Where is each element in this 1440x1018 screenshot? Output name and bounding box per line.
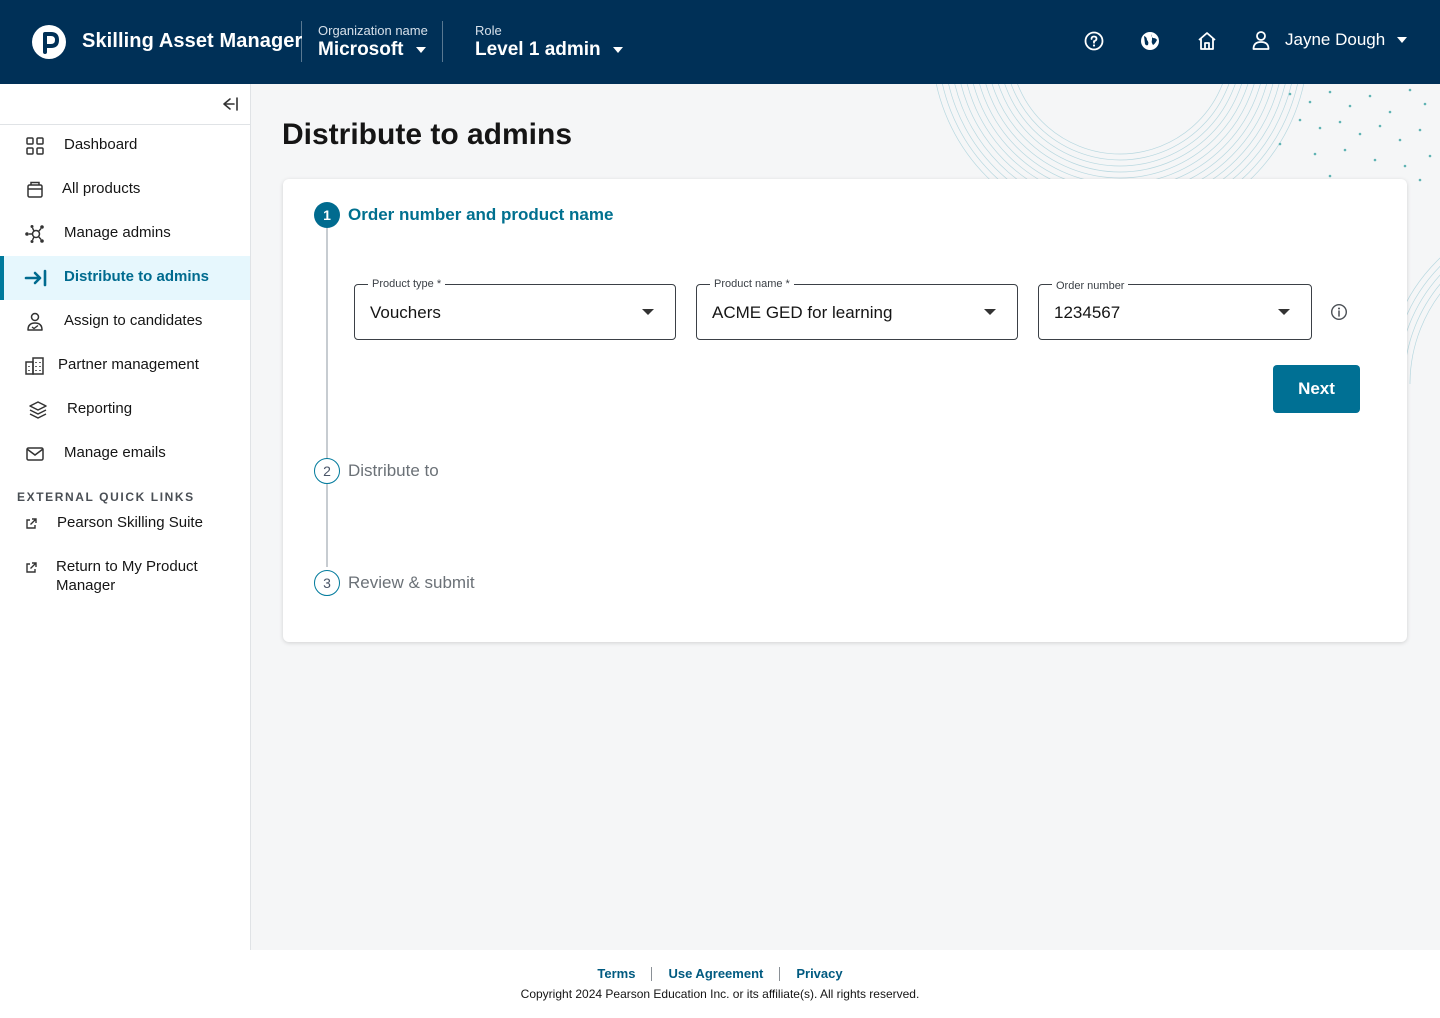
- product-type-label: Product type *: [368, 277, 446, 291]
- organization-label: Organization name: [318, 23, 428, 38]
- network-icon: [24, 223, 46, 245]
- products-icon: [24, 179, 46, 201]
- stepper-connector: [326, 484, 328, 567]
- step-3-label: Review & submit: [348, 573, 475, 592]
- copyright-text: Copyright 2024 Pearson Education Inc. or…: [520, 987, 920, 1001]
- footer-links: Terms Use Agreement Privacy: [0, 966, 1440, 981]
- product-name-label: Product name *: [710, 277, 794, 291]
- sidebar-item-all-products[interactable]: All products: [0, 168, 250, 212]
- sidebar-item-label: Manage emails: [64, 444, 166, 461]
- distribute-icon: [24, 267, 47, 289]
- sidebar: Dashboard All products Manage admins Dis…: [0, 84, 251, 950]
- stepper-connector: [326, 228, 328, 459]
- distribute-stepper-card: 1 Order number and product name Product …: [283, 179, 1407, 642]
- pearson-logo[interactable]: [32, 25, 66, 59]
- sidebar-item-assign-to-candidates[interactable]: Assign to candidates: [0, 300, 250, 344]
- dashboard-icon: [24, 135, 46, 157]
- header-divider: [442, 21, 443, 62]
- sidebar-item-manage-admins[interactable]: Manage admins: [0, 212, 250, 256]
- role-dropdown[interactable]: Level 1 admin: [475, 39, 623, 61]
- order-number-value: 1234567: [1054, 303, 1121, 322]
- user-name: Jayne Dough: [1285, 30, 1386, 49]
- user-menu[interactable]: Jayne Dough: [1250, 29, 1408, 51]
- chevron-down-icon: [984, 309, 996, 315]
- next-button[interactable]: Next: [1273, 365, 1360, 413]
- footer-separator: [779, 966, 781, 981]
- privacy-link[interactable]: Privacy: [796, 966, 842, 981]
- use-agreement-link[interactable]: Use Agreement: [668, 966, 763, 981]
- order-number-select[interactable]: Order number 1234567: [1038, 279, 1312, 340]
- role-label: Role: [475, 23, 502, 38]
- step-1-indicator: 1: [314, 202, 340, 228]
- user-icon: [1252, 31, 1270, 50]
- footer-separator: [651, 966, 653, 981]
- quick-link-label: Return to My Product Manager: [56, 558, 198, 594]
- sidebar-item-label: Partner management: [58, 356, 199, 373]
- globe-icon[interactable]: [1139, 30, 1161, 52]
- building-icon: [24, 355, 46, 377]
- step-3-indicator: 3: [314, 570, 340, 596]
- order-number-label: Order number: [1052, 279, 1129, 293]
- sidebar-item-distribute-to-admins[interactable]: Distribute to admins: [0, 256, 250, 300]
- sidebar-item-label: Dashboard: [64, 136, 138, 153]
- terms-link[interactable]: Terms: [597, 966, 635, 981]
- sidebar-item-partner-management[interactable]: Partner management: [0, 344, 250, 388]
- sidebar-item-label: Reporting: [67, 400, 133, 417]
- external-link-icon: [24, 517, 38, 531]
- product-name-value: ACME GED for learning: [712, 303, 893, 322]
- organization-selector[interactable]: Organization name Microsoft: [318, 23, 428, 61]
- mail-icon: [24, 443, 46, 465]
- collapse-sidebar-icon[interactable]: [220, 94, 240, 114]
- step-2-indicator: 2: [314, 458, 340, 484]
- chevron-down-icon: [612, 47, 623, 53]
- candidate-icon: [24, 311, 46, 333]
- chevron-down-icon: [1397, 37, 1408, 43]
- info-icon[interactable]: [1330, 303, 1348, 321]
- help-icon[interactable]: [1083, 30, 1105, 52]
- sidebar-item-manage-emails[interactable]: Manage emails: [0, 432, 250, 476]
- role-value: Level 1 admin: [475, 39, 601, 60]
- header-divider: [301, 21, 302, 62]
- top-header: Skilling Asset Manager Organization name…: [0, 0, 1440, 84]
- organization-value: Microsoft: [318, 39, 404, 60]
- external-link-icon: [24, 561, 38, 575]
- product-type-value: Vouchers: [370, 303, 441, 322]
- chevron-down-icon: [642, 309, 654, 315]
- quick-link-label: Pearson Skilling Suite: [57, 514, 203, 531]
- chevron-down-icon: [1278, 309, 1290, 315]
- sidebar-item-label: Distribute to admins: [64, 268, 210, 285]
- role-selector[interactable]: Role Level 1 admin: [475, 23, 623, 61]
- sidebar-item-dashboard[interactable]: Dashboard: [0, 124, 250, 168]
- page-title: Distribute to admins: [282, 118, 573, 151]
- organization-dropdown[interactable]: Microsoft: [318, 39, 428, 61]
- step-2-label: Distribute to: [348, 461, 439, 480]
- chevron-down-icon: [415, 47, 426, 53]
- layers-icon: [27, 399, 49, 421]
- product-type-select[interactable]: Product type * Vouchers: [354, 277, 676, 340]
- sidebar-item-label: All products: [62, 180, 141, 197]
- sidebar-item-label: Assign to candidates: [64, 312, 203, 329]
- quick-links-heading: EXTERNAL QUICK LINKS: [17, 490, 195, 504]
- home-icon[interactable]: [1196, 30, 1218, 52]
- footer: Terms Use Agreement Privacy Copyright 20…: [0, 950, 1440, 1018]
- product-name-select[interactable]: Product name * ACME GED for learning: [696, 277, 1018, 340]
- sidebar-item-reporting[interactable]: Reporting: [0, 388, 250, 432]
- app-title[interactable]: Skilling Asset Manager: [82, 30, 302, 53]
- sidebar-item-label: Manage admins: [64, 224, 171, 241]
- step-1-label: Order number and product name: [348, 205, 614, 224]
